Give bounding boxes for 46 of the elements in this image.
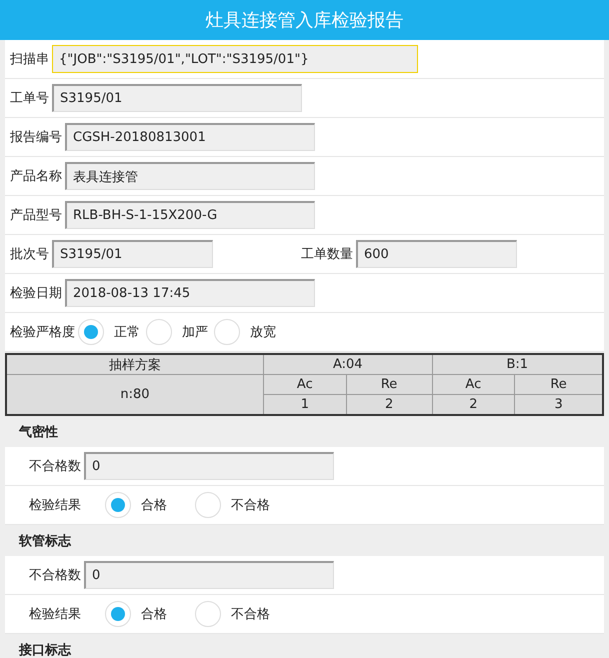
field-label: 报告编号 — [10, 129, 62, 146]
table-header: Ac — [432, 374, 515, 394]
input-field[interactable]: {"JOB":"S3195/01","LOT":"S3195/01"} — [52, 45, 418, 73]
input-field[interactable]: 600 — [356, 240, 517, 268]
section-title: 气密性 — [19, 424, 58, 440]
input-field[interactable]: CGSH-20180813001 — [65, 123, 315, 151]
radio-label: 加严 — [182, 324, 208, 341]
radio-button[interactable] — [195, 492, 221, 518]
section-title: 软管标志 — [19, 532, 71, 550]
radio-label: 合格 — [141, 606, 167, 623]
radio-label: 放宽 — [250, 324, 276, 341]
field-label: 检验结果 — [29, 606, 81, 623]
field-label: 扫描串 — [10, 51, 49, 68]
table-header: A:04 — [264, 354, 432, 374]
field-label: 工单数量 — [301, 246, 353, 263]
field-label: 不合格数 — [29, 567, 81, 584]
table-header: Re — [346, 374, 432, 394]
input-field[interactable]: 0 — [84, 452, 334, 480]
input-field[interactable]: S3195/01 — [52, 84, 302, 112]
radio-label: 不合格 — [231, 606, 270, 623]
table-header: Ac — [264, 374, 346, 394]
page-title: 灶具连接管入库检验报告 — [206, 9, 404, 32]
field-label: 产品名称 — [10, 168, 62, 185]
input-field[interactable]: 2018-08-13 17:45 — [65, 279, 315, 307]
input-field[interactable]: S3195/01 — [52, 240, 213, 268]
radio-button[interactable] — [78, 319, 104, 345]
section-title: 接口标志 — [19, 642, 71, 658]
field-label: 检验日期 — [10, 285, 62, 302]
field-label: 工单号 — [10, 90, 49, 107]
radio-button[interactable] — [105, 492, 131, 518]
input-field[interactable]: 表具连接管 — [65, 162, 315, 190]
input-field[interactable]: 0 — [84, 561, 334, 589]
radio-button[interactable] — [105, 601, 131, 627]
table-header: 抽样方案 — [6, 354, 264, 374]
radio-button[interactable] — [146, 319, 172, 345]
field-label: 不合格数 — [29, 458, 81, 475]
radio-label: 正常 — [114, 324, 140, 341]
field-label: 产品型号 — [10, 207, 62, 224]
field-label: 批次号 — [10, 246, 49, 263]
radio-label: 合格 — [141, 497, 167, 514]
field-label: 检验严格度 — [10, 324, 75, 341]
radio-label: 不合格 — [231, 497, 270, 514]
radio-button[interactable] — [214, 319, 240, 345]
input-field[interactable]: RLB-BH-S-1-15X200-G — [65, 201, 315, 229]
field-label: 检验结果 — [29, 497, 81, 514]
radio-button[interactable] — [195, 601, 221, 627]
